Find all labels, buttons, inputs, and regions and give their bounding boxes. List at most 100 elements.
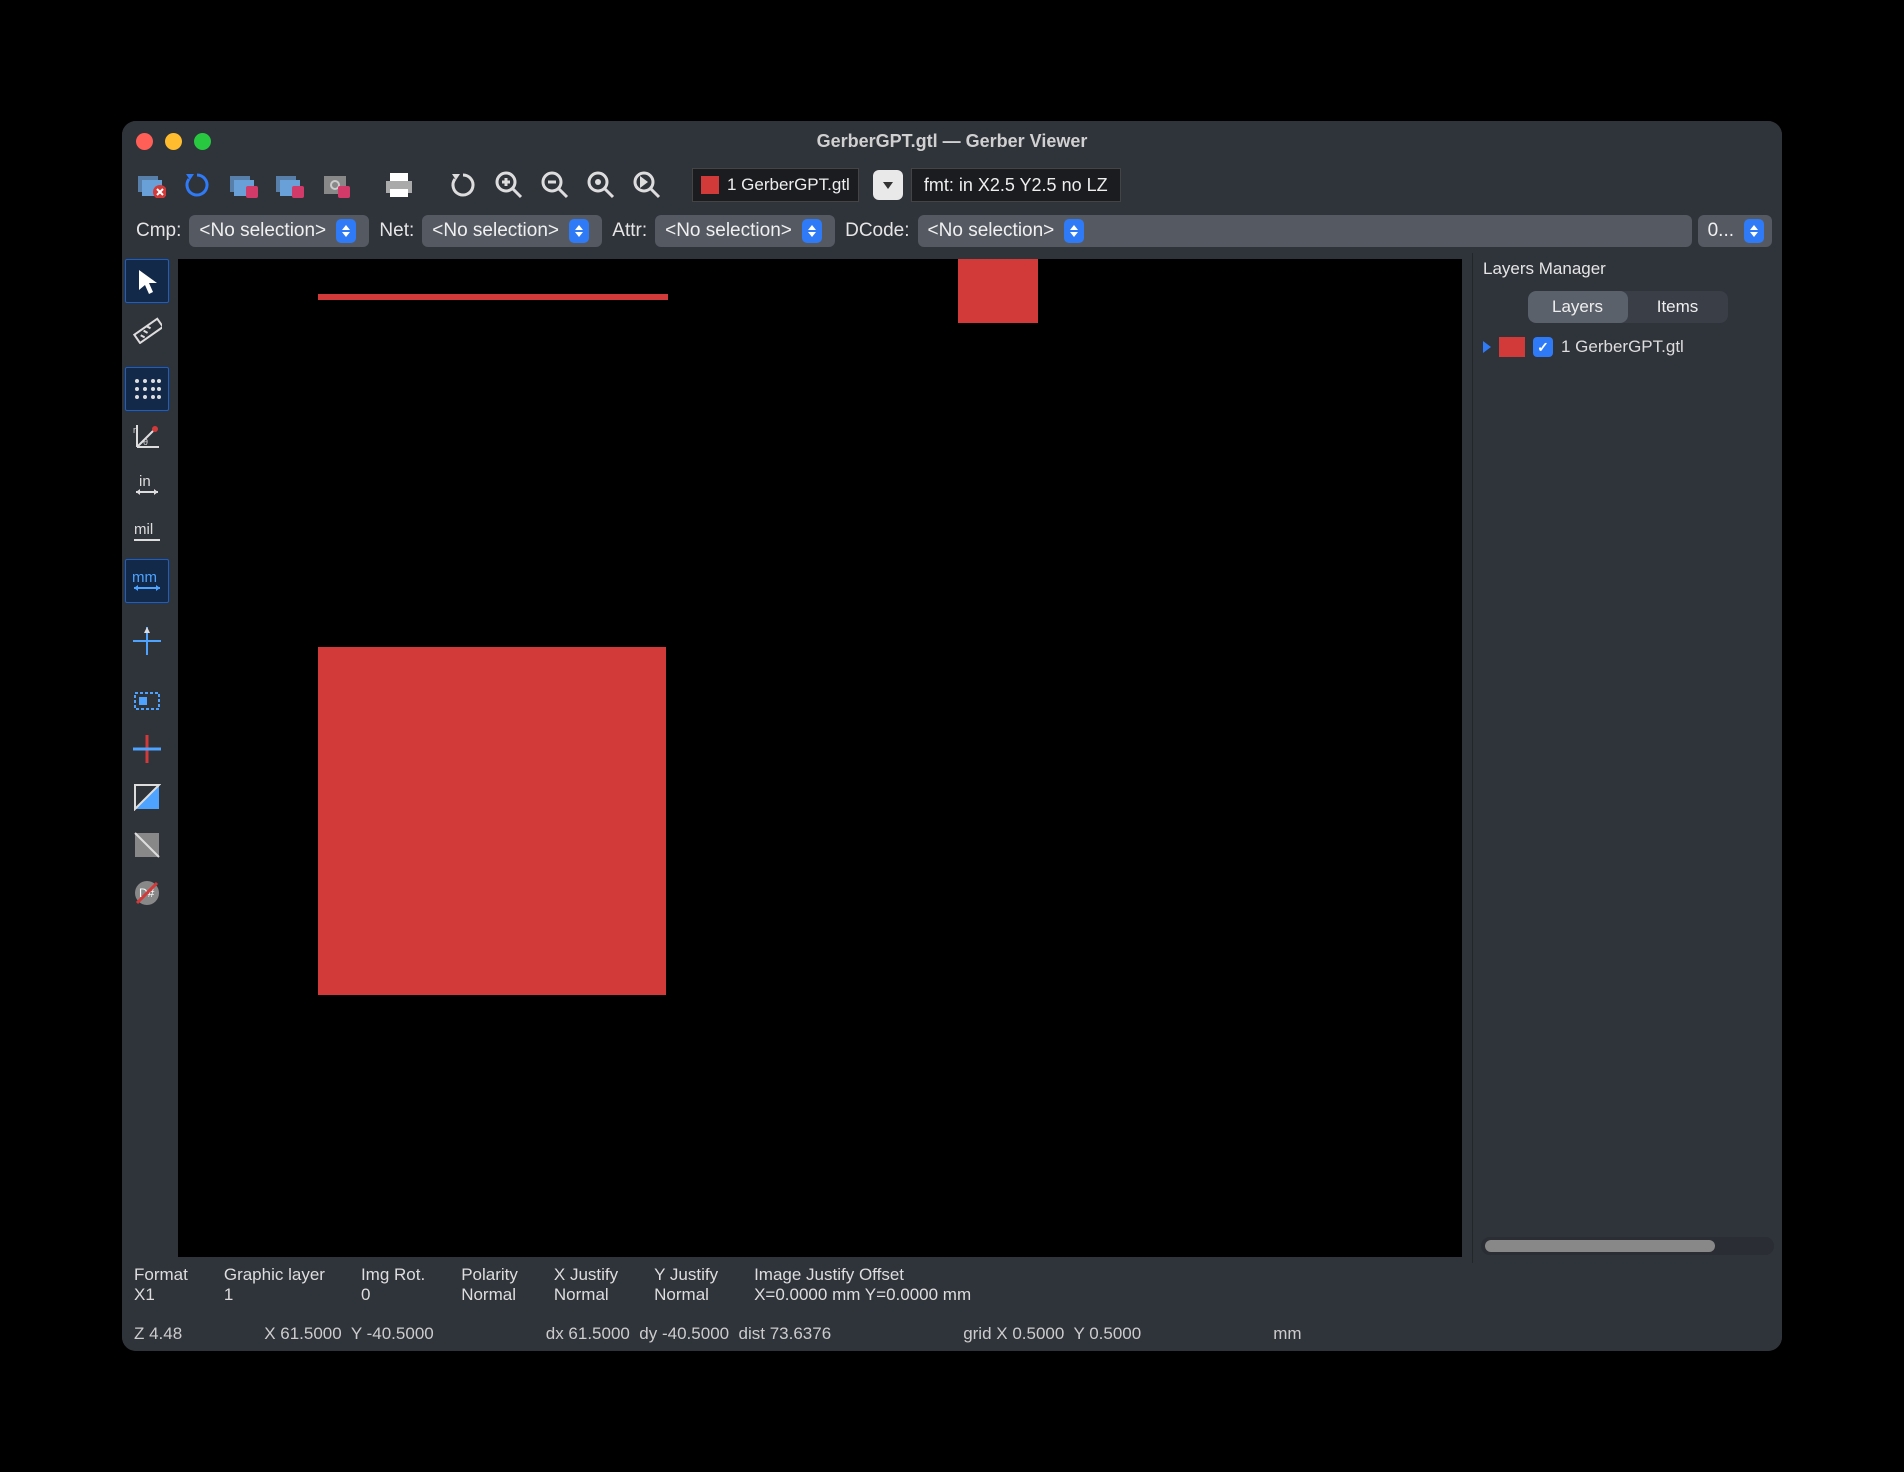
dcode-label: DCode:	[845, 220, 909, 242]
active-layer-label: 1 GerberGPT.gtl	[727, 175, 850, 195]
app-window: GerberGPT.gtl — Gerber Viewer	[122, 121, 1782, 1351]
select-tool-button[interactable]	[125, 259, 169, 303]
close-window-button[interactable]	[136, 133, 153, 150]
x-justify-value: Normal	[554, 1285, 618, 1305]
display-polygons-button[interactable]	[125, 775, 169, 819]
dropdown-arrows-icon	[802, 219, 822, 243]
net-label: Net:	[379, 220, 414, 242]
image-info-bar: FormatX1 Graphic layer1 Img Rot.0 Polari…	[122, 1263, 1782, 1317]
tab-items[interactable]: Items	[1628, 291, 1728, 323]
units-readout: mm	[1273, 1324, 1301, 1344]
active-layer-select[interactable]: 1 GerberGPT.gtl	[692, 168, 859, 202]
clear-layers-button[interactable]	[132, 166, 170, 204]
polarity-header: Polarity	[461, 1265, 518, 1285]
layers-manager-panel: Layers Manager Layers Items ✓ 1 GerberGP…	[1472, 253, 1782, 1263]
zoom-fit-button[interactable]	[582, 166, 620, 204]
display-flashed-button[interactable]	[125, 679, 169, 723]
gerber-trace	[318, 294, 668, 300]
left-toolbar: θr in mil mm	[122, 253, 172, 1263]
refresh-view-button[interactable]	[444, 166, 482, 204]
zoom-selection-button[interactable]	[628, 166, 666, 204]
cmp-value: <No selection>	[199, 220, 326, 242]
dcode-value: <No selection>	[928, 220, 1055, 242]
y-justify-value: Normal	[654, 1285, 718, 1305]
dropdown-arrows-icon	[569, 219, 589, 243]
units-in-button[interactable]: in	[125, 463, 169, 507]
panel-scrollbar[interactable]	[1481, 1237, 1774, 1255]
layer-name: 1 GerberGPT.gtl	[1561, 337, 1684, 357]
scrollbar-thumb[interactable]	[1485, 1240, 1715, 1252]
svg-text:mm: mm	[132, 569, 157, 586]
measure-tool-button[interactable]	[125, 307, 169, 351]
svg-text:θ: θ	[143, 437, 148, 447]
format-value: X1	[134, 1285, 188, 1305]
grid-readout: grid X 0.5000 Y 0.5000	[963, 1324, 1141, 1344]
reload-button[interactable]	[178, 166, 216, 204]
extra-value: 0...	[1708, 220, 1734, 242]
layers-manager-title: Layers Manager	[1473, 253, 1782, 285]
gerber-canvas[interactable]	[178, 259, 1462, 1257]
units-mm-button[interactable]: mm	[125, 559, 169, 603]
layer-dropdown-button[interactable]	[873, 170, 903, 200]
cursor-shape-button[interactable]	[125, 619, 169, 663]
cmp-select[interactable]: <No selection>	[189, 215, 369, 247]
dxy-readout: dx 61.5000 dy -40.5000 dist 73.6376	[546, 1324, 831, 1344]
format-label: fmt: in X2.5 Y2.5 no LZ	[924, 175, 1108, 196]
display-dcodes-button[interactable]: D#	[125, 871, 169, 915]
graphic-layer-header: Graphic layer	[224, 1265, 325, 1285]
net-value: <No selection>	[432, 220, 559, 242]
dcode-select[interactable]: <No selection>	[918, 215, 1692, 247]
minimize-window-button[interactable]	[165, 133, 182, 150]
dropdown-arrows-icon	[336, 219, 356, 243]
main-toolbar: 1 GerberGPT.gtl fmt: in X2.5 Y2.5 no LZ	[122, 161, 1782, 209]
svg-text:in: in	[139, 473, 151, 490]
polarity-value: Normal	[461, 1285, 518, 1305]
image-justify-offset-value: X=0.0000 mm Y=0.0000 mm	[754, 1285, 971, 1305]
layer-visibility-checkbox[interactable]: ✓	[1533, 337, 1553, 357]
open-drill-button[interactable]	[316, 166, 354, 204]
grid-toggle-button[interactable]	[125, 367, 169, 411]
layer-row[interactable]: ✓ 1 GerberGPT.gtl	[1473, 329, 1782, 365]
zoom-in-button[interactable]	[490, 166, 528, 204]
layer-color-swatch[interactable]	[1499, 337, 1525, 357]
titlebar: GerberGPT.gtl — Gerber Viewer	[122, 121, 1782, 161]
window-controls	[136, 133, 211, 150]
cmp-label: Cmp:	[136, 220, 181, 242]
y-justify-header: Y Justify	[654, 1265, 718, 1285]
attr-select[interactable]: <No selection>	[655, 215, 835, 247]
layers-items-tabs: Layers Items	[1528, 291, 1728, 323]
polar-coords-button[interactable]: θr	[125, 415, 169, 459]
status-bar: Z 4.48 X 61.5000 Y -40.5000 dx 61.5000 d…	[122, 1317, 1782, 1351]
attr-label: Attr:	[612, 220, 647, 242]
layer-color-swatch	[701, 176, 719, 194]
svg-text:mil: mil	[134, 521, 153, 538]
main-area: θr in mil mm	[122, 253, 1782, 1263]
canvas-wrap	[172, 253, 1472, 1263]
tab-layers[interactable]: Layers	[1528, 291, 1628, 323]
units-mil-button[interactable]: mil	[125, 511, 169, 555]
gerber-pad-large	[318, 647, 666, 995]
extra-select[interactable]: 0...	[1698, 215, 1772, 247]
display-lines-button[interactable]	[125, 727, 169, 771]
filter-toolbar: Cmp: <No selection> Net: <No selection> …	[122, 209, 1782, 253]
attr-value: <No selection>	[665, 220, 792, 242]
net-select[interactable]: <No selection>	[422, 215, 602, 247]
img-rot-value: 0	[361, 1285, 425, 1305]
xy-readout: X 61.5000 Y -40.5000	[264, 1324, 434, 1344]
format-header: Format	[134, 1265, 188, 1285]
open-gerber-button[interactable]	[224, 166, 262, 204]
img-rot-header: Img Rot.	[361, 1265, 425, 1285]
window-title: GerberGPT.gtl — Gerber Viewer	[122, 131, 1782, 152]
svg-text:r: r	[133, 425, 136, 435]
image-justify-offset-header: Image Justify Offset	[754, 1265, 971, 1285]
zoom-readout: Z 4.48	[134, 1324, 182, 1344]
display-negative-button[interactable]	[125, 823, 169, 867]
gerber-pad-small	[958, 259, 1038, 323]
zoom-out-button[interactable]	[536, 166, 574, 204]
x-justify-header: X Justify	[554, 1265, 618, 1285]
expand-triangle-icon[interactable]	[1483, 341, 1491, 353]
print-button[interactable]	[380, 166, 418, 204]
zoom-window-button[interactable]	[194, 133, 211, 150]
graphic-layer-value: 1	[224, 1285, 325, 1305]
open-zip-button[interactable]	[270, 166, 308, 204]
